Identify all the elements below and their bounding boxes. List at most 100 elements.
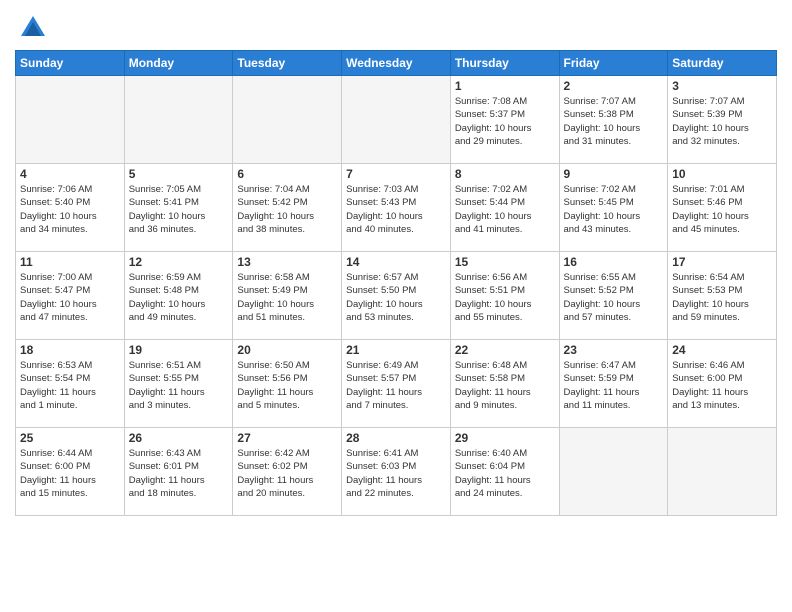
day-info: Sunrise: 7:02 AM Sunset: 5:44 PM Dayligh… bbox=[455, 183, 555, 236]
day-info: Sunrise: 6:51 AM Sunset: 5:55 PM Dayligh… bbox=[129, 359, 229, 412]
day-number: 26 bbox=[129, 431, 229, 445]
calendar-cell: 9Sunrise: 7:02 AM Sunset: 5:45 PM Daylig… bbox=[559, 164, 668, 252]
calendar-header-tuesday: Tuesday bbox=[233, 51, 342, 76]
calendar-cell: 27Sunrise: 6:42 AM Sunset: 6:02 PM Dayli… bbox=[233, 428, 342, 516]
calendar-cell: 24 Sunrise: 6:46 AM Sunset: 6:00 PM Dayli… bbox=[668, 340, 777, 428]
day-info: Sunrise: 6:57 AM Sunset: 5:50 PM Dayligh… bbox=[346, 271, 446, 324]
day-number: 12 bbox=[129, 255, 229, 269]
calendar-cell: 6 Sunrise: 7:04 AM Sunset: 5:42 PM Daylig… bbox=[233, 164, 342, 252]
calendar-cell bbox=[559, 428, 668, 516]
calendar-cell: 2 Sunrise: 7:07 AM Sunset: 5:38 PM Daylig… bbox=[559, 76, 668, 164]
day-info: Sunrise: 7:08 AM Sunset: 5:37 PM Dayligh… bbox=[455, 95, 555, 148]
day-number: 5 bbox=[129, 167, 229, 181]
day-info: Sunrise: 7:07 AM Sunset: 5:39 PM Dayligh… bbox=[672, 95, 772, 148]
day-info: Sunrise: 6:44 AM Sunset: 6:00 PM Dayligh… bbox=[20, 447, 120, 500]
calendar-header-sunday: Sunday bbox=[16, 51, 125, 76]
calendar-cell: 18 Sunrise: 6:53 AM Sunset: 5:54 PM Dayli… bbox=[16, 340, 125, 428]
calendar-header-friday: Friday bbox=[559, 51, 668, 76]
calendar-cell: 1 Sunrise: 7:08 AM Sunset: 5:37 PM Daylig… bbox=[450, 76, 559, 164]
logo-icon bbox=[19, 14, 47, 42]
day-info: Sunrise: 6:54 AM Sunset: 5:53 PM Dayligh… bbox=[672, 271, 772, 324]
day-info: Sunrise: 7:07 AM Sunset: 5:38 PM Dayligh… bbox=[564, 95, 664, 148]
calendar-cell: 19 Sunrise: 6:51 AM Sunset: 5:55 PM Dayli… bbox=[124, 340, 233, 428]
day-number: 29 bbox=[455, 431, 555, 445]
day-info: Sunrise: 6:55 AM Sunset: 5:52 PM Dayligh… bbox=[564, 271, 664, 324]
day-number: 18 bbox=[20, 343, 120, 357]
calendar-cell: 7 Sunrise: 7:03 AM Sunset: 5:43 PM Daylig… bbox=[342, 164, 451, 252]
day-number: 4 bbox=[20, 167, 120, 181]
calendar-cell: 23 Sunrise: 6:47 AM Sunset: 5:59 PM Dayli… bbox=[559, 340, 668, 428]
calendar-cell: 20 Sunrise: 6:50 AM Sunset: 5:56 PM Dayli… bbox=[233, 340, 342, 428]
day-number: 25 bbox=[20, 431, 120, 445]
calendar-cell bbox=[16, 76, 125, 164]
calendar-header-monday: Monday bbox=[124, 51, 233, 76]
calendar-cell: 4 Sunrise: 7:06 AM Sunset: 5:40 PM Daylig… bbox=[16, 164, 125, 252]
day-number: 15 bbox=[455, 255, 555, 269]
day-info: Sunrise: 6:40 AM Sunset: 6:04 PM Dayligh… bbox=[455, 447, 555, 500]
calendar-header-thursday: Thursday bbox=[450, 51, 559, 76]
calendar-cell: 3 Sunrise: 7:07 AM Sunset: 5:39 PM Daylig… bbox=[668, 76, 777, 164]
day-number: 23 bbox=[564, 343, 664, 357]
day-number: 24 bbox=[672, 343, 772, 357]
day-info: Sunrise: 6:59 AM Sunset: 5:48 PM Dayligh… bbox=[129, 271, 229, 324]
day-number: 16 bbox=[564, 255, 664, 269]
day-number: 19 bbox=[129, 343, 229, 357]
calendar-cell bbox=[124, 76, 233, 164]
calendar-cell: 8Sunrise: 7:02 AM Sunset: 5:44 PM Daylig… bbox=[450, 164, 559, 252]
day-number: 1 bbox=[455, 79, 555, 93]
calendar-cell: 16 Sunrise: 6:55 AM Sunset: 5:52 PM Dayli… bbox=[559, 252, 668, 340]
day-number: 2 bbox=[564, 79, 664, 93]
calendar-cell: 25 Sunrise: 6:44 AM Sunset: 6:00 PM Dayli… bbox=[16, 428, 125, 516]
day-info: Sunrise: 6:41 AM Sunset: 6:03 PM Dayligh… bbox=[346, 447, 446, 500]
day-info: Sunrise: 6:49 AM Sunset: 5:57 PM Dayligh… bbox=[346, 359, 446, 412]
day-info: Sunrise: 7:00 AM Sunset: 5:47 PM Dayligh… bbox=[20, 271, 120, 324]
day-number: 14 bbox=[346, 255, 446, 269]
day-info: Sunrise: 6:56 AM Sunset: 5:51 PM Dayligh… bbox=[455, 271, 555, 324]
day-info: Sunrise: 6:58 AM Sunset: 5:49 PM Dayligh… bbox=[237, 271, 337, 324]
day-info: Sunrise: 7:06 AM Sunset: 5:40 PM Dayligh… bbox=[20, 183, 120, 236]
day-info: Sunrise: 7:01 AM Sunset: 5:46 PM Dayligh… bbox=[672, 183, 772, 236]
day-info: Sunrise: 6:53 AM Sunset: 5:54 PM Dayligh… bbox=[20, 359, 120, 412]
calendar-cell: 12 Sunrise: 6:59 AM Sunset: 5:48 PM Dayli… bbox=[124, 252, 233, 340]
calendar-week-row: 4 Sunrise: 7:06 AM Sunset: 5:40 PM Daylig… bbox=[16, 164, 777, 252]
calendar-cell bbox=[668, 428, 777, 516]
day-number: 21 bbox=[346, 343, 446, 357]
day-info: Sunrise: 6:47 AM Sunset: 5:59 PM Dayligh… bbox=[564, 359, 664, 412]
calendar-header-saturday: Saturday bbox=[668, 51, 777, 76]
day-info: Sunrise: 7:05 AM Sunset: 5:41 PM Dayligh… bbox=[129, 183, 229, 236]
calendar-cell: 28Sunrise: 6:41 AM Sunset: 6:03 PM Dayli… bbox=[342, 428, 451, 516]
day-number: 17 bbox=[672, 255, 772, 269]
day-number: 13 bbox=[237, 255, 337, 269]
day-number: 10 bbox=[672, 167, 772, 181]
calendar-cell: 11Sunrise: 7:00 AM Sunset: 5:47 PM Dayli… bbox=[16, 252, 125, 340]
calendar-cell: 13 Sunrise: 6:58 AM Sunset: 5:49 PM Dayli… bbox=[233, 252, 342, 340]
calendar-cell: 17 Sunrise: 6:54 AM Sunset: 5:53 PM Dayli… bbox=[668, 252, 777, 340]
day-info: Sunrise: 7:03 AM Sunset: 5:43 PM Dayligh… bbox=[346, 183, 446, 236]
header bbox=[15, 10, 777, 42]
day-number: 20 bbox=[237, 343, 337, 357]
day-info: Sunrise: 6:48 AM Sunset: 5:58 PM Dayligh… bbox=[455, 359, 555, 412]
day-number: 27 bbox=[237, 431, 337, 445]
calendar-cell bbox=[342, 76, 451, 164]
day-info: Sunrise: 6:50 AM Sunset: 5:56 PM Dayligh… bbox=[237, 359, 337, 412]
day-info: Sunrise: 6:46 AM Sunset: 6:00 PM Dayligh… bbox=[672, 359, 772, 412]
calendar-week-row: 1 Sunrise: 7:08 AM Sunset: 5:37 PM Daylig… bbox=[16, 76, 777, 164]
day-number: 6 bbox=[237, 167, 337, 181]
logo bbox=[15, 14, 47, 42]
calendar-cell: 22Sunrise: 6:48 AM Sunset: 5:58 PM Dayli… bbox=[450, 340, 559, 428]
calendar-cell: 26 Sunrise: 6:43 AM Sunset: 6:01 PM Dayli… bbox=[124, 428, 233, 516]
calendar-week-row: 18 Sunrise: 6:53 AM Sunset: 5:54 PM Dayli… bbox=[16, 340, 777, 428]
day-number: 3 bbox=[672, 79, 772, 93]
calendar-cell: 5 Sunrise: 7:05 AM Sunset: 5:41 PM Daylig… bbox=[124, 164, 233, 252]
calendar-header-wednesday: Wednesday bbox=[342, 51, 451, 76]
calendar-cell: 21 Sunrise: 6:49 AM Sunset: 5:57 PM Dayli… bbox=[342, 340, 451, 428]
day-number: 7 bbox=[346, 167, 446, 181]
calendar-cell: 15 Sunrise: 6:56 AM Sunset: 5:51 PM Dayli… bbox=[450, 252, 559, 340]
calendar-cell: 14 Sunrise: 6:57 AM Sunset: 5:50 PM Dayli… bbox=[342, 252, 451, 340]
calendar-week-row: 11Sunrise: 7:00 AM Sunset: 5:47 PM Dayli… bbox=[16, 252, 777, 340]
day-info: Sunrise: 6:43 AM Sunset: 6:01 PM Dayligh… bbox=[129, 447, 229, 500]
day-info: Sunrise: 7:04 AM Sunset: 5:42 PM Dayligh… bbox=[237, 183, 337, 236]
calendar-header-row: SundayMondayTuesdayWednesdayThursdayFrid… bbox=[16, 51, 777, 76]
calendar-cell: 10 Sunrise: 7:01 AM Sunset: 5:46 PM Dayli… bbox=[668, 164, 777, 252]
day-info: Sunrise: 7:02 AM Sunset: 5:45 PM Dayligh… bbox=[564, 183, 664, 236]
